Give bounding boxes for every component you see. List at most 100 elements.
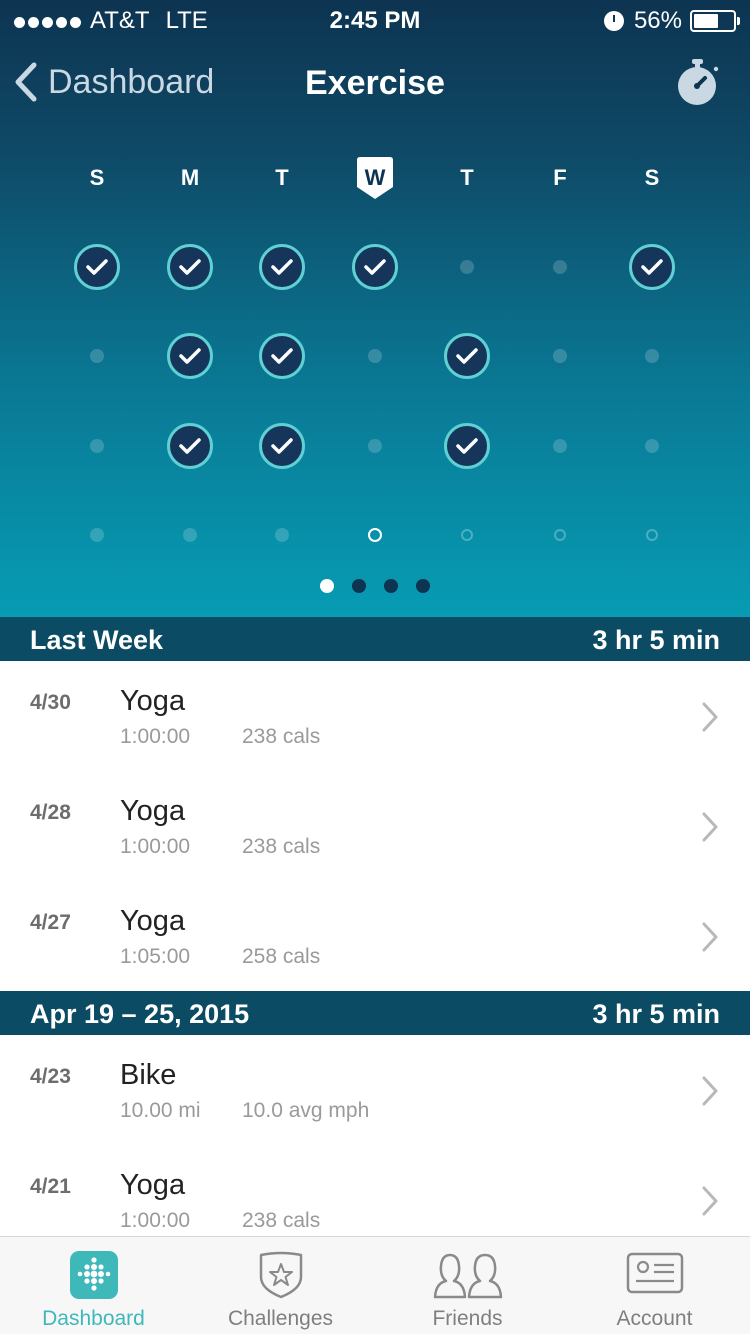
exercise-metric-secondary: 238 cals <box>242 835 321 858</box>
section-total: 3 hr 5 min <box>592 999 720 1029</box>
tab-label: Dashboard <box>42 1307 145 1330</box>
exercise-metric-secondary: 10.0 avg mph <box>242 1099 370 1122</box>
exercise-check-icon[interactable] <box>167 333 213 379</box>
tab-account[interactable]: Account <box>561 1237 748 1334</box>
chevron-right-icon <box>702 812 718 842</box>
stopwatch-icon <box>678 59 719 105</box>
exercise-check-icon[interactable] <box>74 244 120 290</box>
tab-label: Friends <box>432 1307 503 1330</box>
empty-day-marker <box>275 528 289 542</box>
friends-icon <box>433 1253 502 1299</box>
page-dot[interactable] <box>416 579 430 593</box>
chevron-left-icon <box>15 62 37 102</box>
exercise-row[interactable]: 4/27 Yoga 1:05:00 258 cals <box>0 881 750 991</box>
battery-percent: 56% <box>633 7 682 34</box>
empty-day-marker <box>645 439 659 453</box>
exercise-name: Yoga <box>120 1169 186 1201</box>
exercise-check-icon[interactable] <box>167 423 213 469</box>
future-day-marker <box>646 529 658 541</box>
empty-day-marker <box>645 349 659 363</box>
page-dot[interactable] <box>352 579 366 593</box>
exercise-check-icon[interactable] <box>629 244 675 290</box>
tab-challenges[interactable]: Challenges <box>187 1237 374 1334</box>
section-header: Apr 19 – 25, 2015 3 hr 5 min <box>0 991 750 1035</box>
exercise-check-icon[interactable] <box>259 423 305 469</box>
battery-icon <box>690 10 740 32</box>
empty-day-marker <box>460 260 474 274</box>
exercise-metric-secondary: 258 cals <box>242 945 321 968</box>
exercise-row[interactable]: 4/28 Yoga 1:00:00 238 cals <box>0 771 750 881</box>
section-label: Last Week <box>30 625 164 655</box>
back-label: Dashboard <box>48 62 215 101</box>
empty-day-marker <box>90 528 104 542</box>
exercise-metric-primary: 1:00:00 <box>120 1209 191 1232</box>
page-indicator[interactable] <box>0 579 750 595</box>
exercise-name: Yoga <box>120 905 186 937</box>
exercise-date: 4/23 <box>30 1065 71 1088</box>
exercise-date: 4/28 <box>30 801 71 824</box>
tab-label: Challenges <box>227 1307 334 1330</box>
day-label[interactable]: S <box>622 166 682 190</box>
exercise-date: 4/21 <box>30 1175 71 1198</box>
exercise-check-icon[interactable] <box>259 244 305 290</box>
back-button[interactable]: Dashboard <box>14 62 214 102</box>
dashboard-icon <box>69 1251 118 1299</box>
account-icon <box>626 1252 683 1294</box>
tab-friends[interactable]: Friends <box>374 1237 561 1334</box>
stopwatch-button[interactable] <box>676 58 720 106</box>
tab-dashboard[interactable]: Dashboard <box>0 1237 187 1334</box>
exercise-check-icon[interactable] <box>444 423 490 469</box>
exercise-metric-primary: 1:00:00 <box>120 835 191 858</box>
tab-label: Account <box>616 1307 693 1330</box>
day-label[interactable]: M <box>160 166 220 190</box>
exercise-date: 4/30 <box>30 691 71 714</box>
empty-day-marker <box>183 528 197 542</box>
exercise-check-icon[interactable] <box>444 333 490 379</box>
future-day-marker <box>461 529 473 541</box>
alarm-icon <box>603 11 624 31</box>
tab-bar: Dashboard Challenges Friends Account <box>0 1236 750 1334</box>
exercise-name: Bike <box>120 1059 177 1091</box>
exercise-row[interactable]: 4/23 Bike 10.00 mi 10.0 avg mph <box>0 1035 750 1145</box>
today-empty-marker <box>368 528 382 542</box>
day-label[interactable]: F <box>530 166 590 190</box>
exercise-name: Yoga <box>120 795 186 827</box>
empty-day-marker <box>553 260 567 274</box>
section-total: 3 hr 5 min <box>592 625 720 655</box>
exercise-metric-secondary: 238 cals <box>242 725 321 748</box>
status-right: 56% <box>603 7 740 35</box>
exercise-metric-secondary: 238 cals <box>242 1209 321 1232</box>
exercise-check-icon[interactable] <box>167 244 213 290</box>
page-dot[interactable] <box>384 579 398 593</box>
challenges-icon <box>259 1251 302 1299</box>
day-label[interactable]: T <box>437 166 497 190</box>
chevron-right-icon <box>702 1076 718 1106</box>
exercise-metric-primary: 1:00:00 <box>120 725 191 748</box>
future-day-marker <box>554 529 566 541</box>
navigation-bar: Dashboard Exercise <box>0 50 750 120</box>
exercise-metric-primary: 10.00 mi <box>120 1099 201 1122</box>
exercise-metric-primary: 1:05:00 <box>120 945 191 968</box>
exercise-row[interactable]: 4/30 Yoga 1:00:00 238 cals <box>0 661 750 771</box>
empty-day-marker <box>90 349 104 363</box>
empty-day-marker <box>553 439 567 453</box>
section-label: Apr 19 – 25, 2015 <box>30 999 250 1029</box>
empty-day-marker <box>90 439 104 453</box>
chevron-right-icon <box>702 1186 718 1216</box>
chevron-right-icon <box>702 702 718 732</box>
section-header: Last Week 3 hr 5 min <box>0 617 750 661</box>
empty-day-marker <box>368 349 382 363</box>
exercise-check-icon[interactable] <box>352 244 398 290</box>
exercise-check-icon[interactable] <box>259 333 305 379</box>
empty-day-marker <box>553 349 567 363</box>
status-bar: AT&T LTE 2:45 PM 56% <box>0 0 750 40</box>
chevron-right-icon <box>702 922 718 952</box>
day-label[interactable]: T <box>252 166 312 190</box>
day-label[interactable]: S <box>67 166 127 190</box>
today-day-badge[interactable]: W <box>357 157 393 199</box>
exercise-name: Yoga <box>120 685 186 717</box>
exercise-date: 4/27 <box>30 911 71 934</box>
exercise-header: AT&T LTE 2:45 PM 56% Dashboard Exercise <box>0 0 750 617</box>
page-dot[interactable] <box>320 579 334 593</box>
empty-day-marker <box>368 439 382 453</box>
